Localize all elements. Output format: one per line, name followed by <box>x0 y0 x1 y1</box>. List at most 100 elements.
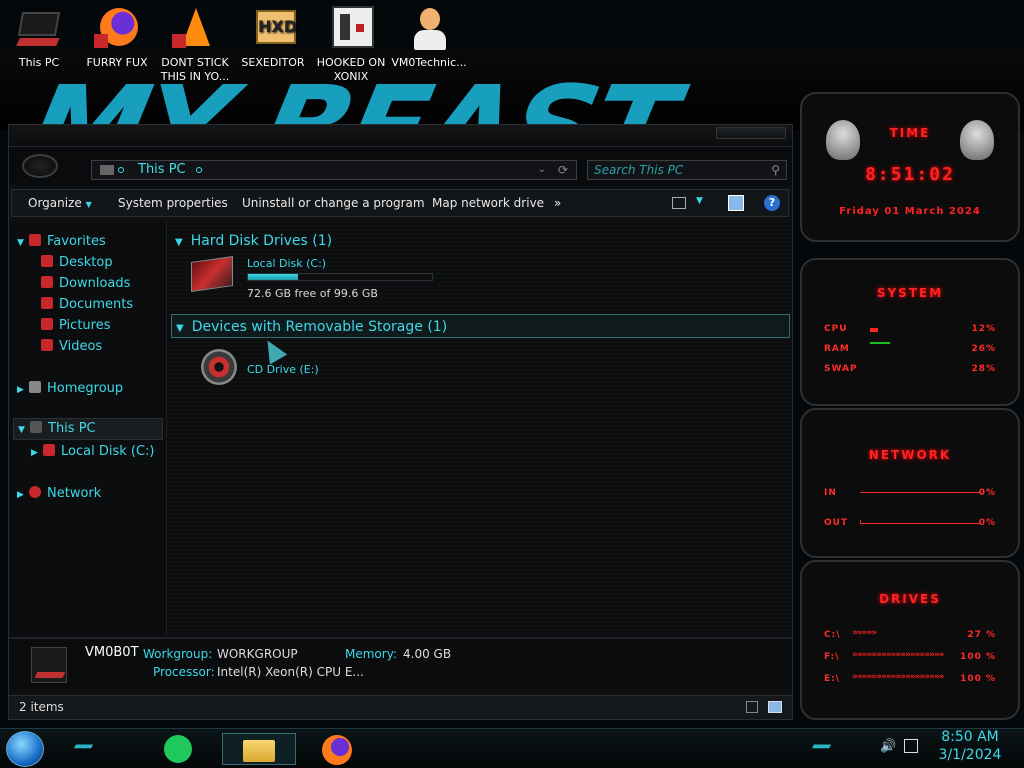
nav-pictures[interactable]: Pictures <box>41 317 110 335</box>
expand-icon[interactable]: ▶ <box>17 381 25 399</box>
refresh-icon[interactable]: ⟳ <box>558 161 568 179</box>
nav-desktop[interactable]: Desktop <box>41 254 113 272</box>
expand-icon[interactable]: ▶ <box>17 486 25 504</box>
network-gadget[interactable]: NETWORK IN 0% OUT 0% <box>800 408 1020 558</box>
favorites-star-icon <box>29 234 41 246</box>
map-network-drive-button[interactable]: Map network drive <box>432 190 544 216</box>
swap-value: 28% <box>971 364 996 374</box>
system-gadget[interactable]: SYSTEM CPU 12% RAM 26% SWAP 28% <box>800 258 1020 406</box>
drives-gadget[interactable]: DRIVES C:\ »»»»» 27 % F:\ »»»»»»»»»»»»»»… <box>800 560 1020 720</box>
computer-icon <box>30 421 42 433</box>
group-removable-storage[interactable]: ▼ Devices with Removable Storage (1) <box>171 314 790 338</box>
expand-icon[interactable]: ▼ <box>17 234 25 252</box>
desktop-icon-hooked-on-xonix[interactable]: HOOKED ON XONIX <box>312 6 390 84</box>
network-icon <box>29 486 41 498</box>
help-icon[interactable]: ? <box>764 195 780 211</box>
more-commands-button[interactable]: » <box>554 190 561 216</box>
organize-button[interactable]: Organize ▼ <box>28 190 92 216</box>
taskbar-firefox[interactable] <box>314 733 362 765</box>
drive-e-value: 100 % <box>960 674 996 684</box>
chevron-down-icon[interactable]: ▼ <box>696 196 703 206</box>
nav-this-pc[interactable]: ▼ This PC <box>13 418 163 440</box>
desktop-icon-vm0technic[interactable]: VM0Technic... <box>390 6 468 70</box>
computer-name: VM0B0T <box>85 645 139 660</box>
expand-icon[interactable]: ▶ <box>31 444 39 462</box>
this-pc-icon <box>16 6 62 52</box>
clock-readout: 8:51:02 <box>865 164 955 185</box>
expand-icon[interactable]: ▼ <box>18 421 26 439</box>
gadget-title: DRIVES <box>879 592 941 606</box>
volume-icon[interactable]: 🔊 <box>880 739 896 754</box>
search-input[interactable]: Search This PC ⚲ <box>587 160 787 180</box>
date-readout: Friday 01 March 2024 <box>839 206 981 217</box>
documents-icon <box>41 297 53 309</box>
drive-c-meter-icon: »»»»» <box>852 628 877 638</box>
ram-label: RAM <box>824 344 850 354</box>
collapse-icon[interactable]: ▼ <box>176 323 184 334</box>
videos-icon <box>41 339 53 351</box>
large-icons-view-icon[interactable] <box>768 701 782 713</box>
drive-f-value: 100 % <box>960 652 996 662</box>
search-placeholder: Search This PC <box>594 163 684 177</box>
nav-videos[interactable]: Videos <box>41 338 102 356</box>
nav-label: Desktop <box>59 255 113 270</box>
desktop-icon-furry-fux[interactable]: FURRY FUX <box>78 6 156 70</box>
address-text: This PC <box>138 162 186 177</box>
collapse-icon[interactable]: ▼ <box>175 237 183 248</box>
window-controls[interactable] <box>716 127 786 139</box>
hard-disk-icon <box>43 444 55 456</box>
ram-value: 26% <box>971 344 996 354</box>
decorative-chevrons-icon: ▰▰▰ <box>812 741 831 752</box>
organize-label: Organize <box>28 196 82 210</box>
desktop-icon-this-pc[interactable]: This PC <box>0 6 78 70</box>
back-forward-icon[interactable] <box>22 154 58 178</box>
nav-local-disk[interactable]: ▶ Local Disk (C:) <box>31 443 154 461</box>
clock-time[interactable]: 8:50 AM <box>930 729 1010 745</box>
nav-favorites[interactable]: ▼ Favorites <box>17 233 106 251</box>
desktop-icon-dont-stick[interactable]: DONT STICK THIS IN YO... <box>156 6 234 84</box>
notes-app-icon <box>164 735 192 763</box>
network-out-label: OUT <box>824 518 849 528</box>
uninstall-program-button[interactable]: Uninstall or change a program <box>242 190 425 216</box>
details-view-icon[interactable] <box>746 701 758 713</box>
taskbar-file-explorer[interactable] <box>222 733 296 765</box>
cd-drive-icon <box>201 349 237 385</box>
hard-disk-icon <box>191 256 233 292</box>
nav-documents[interactable]: Documents <box>41 296 133 314</box>
folder-icon <box>243 740 275 762</box>
preview-pane-icon[interactable] <box>728 195 744 211</box>
explorer-window[interactable]: This PC ⟳ ⌄ Search This PC ⚲ Organize ▼ … <box>8 124 793 720</box>
address-row: This PC ⟳ ⌄ Search This PC ⚲ <box>9 147 792 185</box>
chevron-down-icon[interactable]: ⌄ <box>538 161 546 179</box>
clock-date[interactable]: 3/1/2024 <box>930 747 1010 763</box>
details-pane: VM0B0T Workgroup: WORKGROUP Memory: 4.00… <box>9 637 792 689</box>
firefox-icon <box>94 6 140 52</box>
window-titlebar[interactable] <box>9 125 792 147</box>
time-gadget[interactable]: TIME 8:51:02 Friday 01 March 2024 <box>800 92 1020 242</box>
nav-label: Homegroup <box>47 381 124 396</box>
taskbar-notes-app[interactable] <box>156 733 204 765</box>
system-properties-button[interactable]: System properties <box>118 190 228 216</box>
nav-homegroup[interactable]: ▶ Homegroup <box>17 380 123 398</box>
drive-cd-e[interactable]: CD Drive (E:) <box>187 345 387 387</box>
view-options-icon[interactable] <box>672 197 686 209</box>
address-bar[interactable]: This PC ⟳ ⌄ <box>91 160 577 180</box>
processor-value: Intel(R) Xeon(R) CPU E... <box>217 665 364 679</box>
group-label: Devices with Removable Storage (1) <box>191 319 448 335</box>
nav-label: Downloads <box>59 276 131 291</box>
network-status-icon[interactable] <box>904 739 918 753</box>
technician-user-icon <box>406 6 452 52</box>
navigation-pane: ▼ Favorites Desktop Downloads Documents P… <box>11 221 167 635</box>
start-orb-icon[interactable] <box>6 731 44 767</box>
group-hard-disk-drives[interactable]: ▼ Hard Disk Drives (1) <box>175 229 332 253</box>
desktop-icon-label: DONT STICK THIS IN YO... <box>160 56 230 83</box>
nav-downloads[interactable]: Downloads <box>41 275 130 293</box>
cpu-value: 12% <box>971 324 996 334</box>
desktop-icon-label: FURRY FUX <box>86 56 148 69</box>
search-icon[interactable]: ⚲ <box>771 161 780 179</box>
nav-network[interactable]: ▶ Network <box>17 485 101 503</box>
drive-local-disk-c[interactable]: Local Disk (C:) 72.6 GB free of 99.6 GB <box>187 255 447 307</box>
desktop-icon-sexeditor[interactable]: HXD SEXEDITOR <box>234 6 312 70</box>
decorative-chevrons-icon: ▰▰▰ <box>74 741 93 752</box>
drive-f-label: F:\ <box>824 652 840 662</box>
